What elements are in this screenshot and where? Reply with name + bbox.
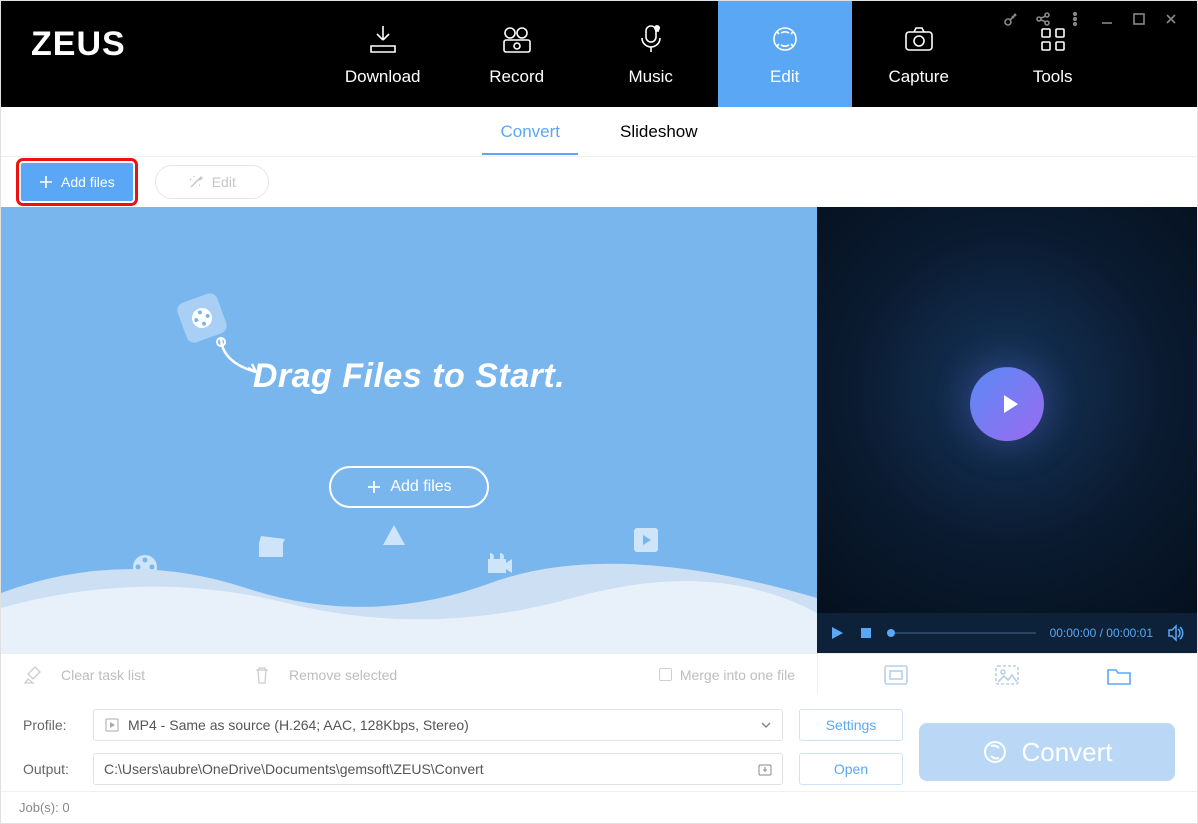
nav-label: Tools <box>1033 67 1073 87</box>
clear-task-list[interactable]: Clear task list <box>23 665 253 685</box>
key-icon[interactable] <box>1003 11 1019 27</box>
volume-icon[interactable] <box>1167 624 1185 642</box>
tab-convert[interactable]: Convert <box>500 110 560 154</box>
open-button[interactable]: Open <box>799 753 903 785</box>
download-icon <box>365 21 401 57</box>
plus-icon <box>39 175 53 189</box>
nav-label: Music <box>628 67 672 87</box>
tab-slideshow[interactable]: Slideshow <box>620 110 698 154</box>
sub-tabs: Convert Slideshow <box>1 107 1197 157</box>
maximize-icon[interactable] <box>1131 11 1147 27</box>
nav-edit[interactable]: Edit <box>718 1 852 107</box>
toolbar: Add files Edit <box>1 157 1197 207</box>
edit-button[interactable]: Edit <box>155 165 269 199</box>
stop-icon[interactable] <box>859 626 873 640</box>
nav-label: Capture <box>888 67 948 87</box>
action-row: Clear task list Remove selected Merge in… <box>1 653 817 695</box>
folder-icon[interactable] <box>1106 664 1132 686</box>
preview-track[interactable] <box>887 632 1036 634</box>
fullscreen-icon[interactable] <box>883 664 909 686</box>
dropzone[interactable]: Drag Files to Start. Add files <box>1 207 817 653</box>
nav-music[interactable]: 1 Music <box>584 1 718 107</box>
top-nav: ZEUS Download Record 1 Music Edit Captur… <box>1 1 1197 107</box>
browse-icon[interactable] <box>758 762 772 776</box>
merge-label: Merge into one file <box>680 667 795 683</box>
add-files-label: Add files <box>61 174 115 190</box>
broom-icon <box>23 665 43 685</box>
preview-controls: 00:00:00 / 00:00:01 <box>817 613 1197 653</box>
preview-panel: 00:00:00 / 00:00:01 <box>817 207 1197 653</box>
output-field[interactable]: C:\Users\aubre\OneDrive\Documents\gemsof… <box>93 753 783 785</box>
add-files-button[interactable]: Add files <box>21 163 133 201</box>
close-icon[interactable] <box>1163 11 1179 27</box>
capture-icon <box>901 21 937 57</box>
preview-time: 00:00:00 / 00:00:01 <box>1050 626 1153 640</box>
snapshot-icon[interactable] <box>994 664 1020 686</box>
clear-label: Clear task list <box>61 667 145 683</box>
profile-label: Profile: <box>23 717 77 733</box>
file-icon <box>104 717 120 733</box>
nav-label: Edit <box>770 67 799 87</box>
minimize-icon[interactable] <box>1099 11 1115 27</box>
app-logo: ZEUS <box>1 1 156 107</box>
output-value: C:\Users\aubre\OneDrive\Documents\gemsof… <box>104 761 484 777</box>
edit-icon <box>767 21 803 57</box>
remove-selected[interactable]: Remove selected <box>253 665 583 685</box>
profile-select[interactable]: MP4 - Same as source (H.264; AAC, 128Kbp… <box>93 709 783 741</box>
nav-capture[interactable]: Capture <box>852 1 986 107</box>
nav-record[interactable]: Record <box>450 1 584 107</box>
output-label: Output: <box>23 761 77 777</box>
nav-label: Record <box>489 67 544 87</box>
share-icon[interactable] <box>1035 11 1051 27</box>
nav-download[interactable]: Download <box>316 1 450 107</box>
window-controls <box>1003 11 1179 27</box>
trash-icon <box>253 665 271 685</box>
chevron-down-icon <box>760 719 772 731</box>
edit-label: Edit <box>212 174 236 190</box>
preview-play-orb[interactable] <box>970 367 1044 441</box>
preview-thumb-row <box>817 653 1197 695</box>
wave-bg <box>1 543 817 653</box>
play-icon[interactable] <box>829 625 845 641</box>
menu-icon[interactable] <box>1067 11 1083 27</box>
remove-label: Remove selected <box>289 667 397 683</box>
merge-toggle[interactable]: Merge into one file <box>659 667 795 683</box>
dropzone-add-button[interactable]: Add files <box>329 466 489 508</box>
settings-button[interactable]: Settings <box>799 709 903 741</box>
svg-text:1: 1 <box>655 27 658 33</box>
dropzone-title: Drag Files to Start. <box>1 357 817 396</box>
status-bar: Job(s): 0 <box>1 791 1197 823</box>
merge-checkbox[interactable] <box>659 668 672 681</box>
nav-label: Download <box>345 67 421 87</box>
convert-icon <box>981 738 1009 766</box>
wand-icon <box>188 174 204 190</box>
dropzone-add-label: Add files <box>390 478 451 496</box>
music-icon: 1 <box>633 21 669 57</box>
profile-value: MP4 - Same as source (H.264; AAC, 128Kbp… <box>128 717 469 733</box>
plus-icon <box>366 479 382 495</box>
jobs-count: Job(s): 0 <box>19 800 70 815</box>
convert-button[interactable]: Convert <box>919 723 1175 781</box>
convert-label: Convert <box>1021 737 1112 768</box>
record-icon <box>499 21 535 57</box>
